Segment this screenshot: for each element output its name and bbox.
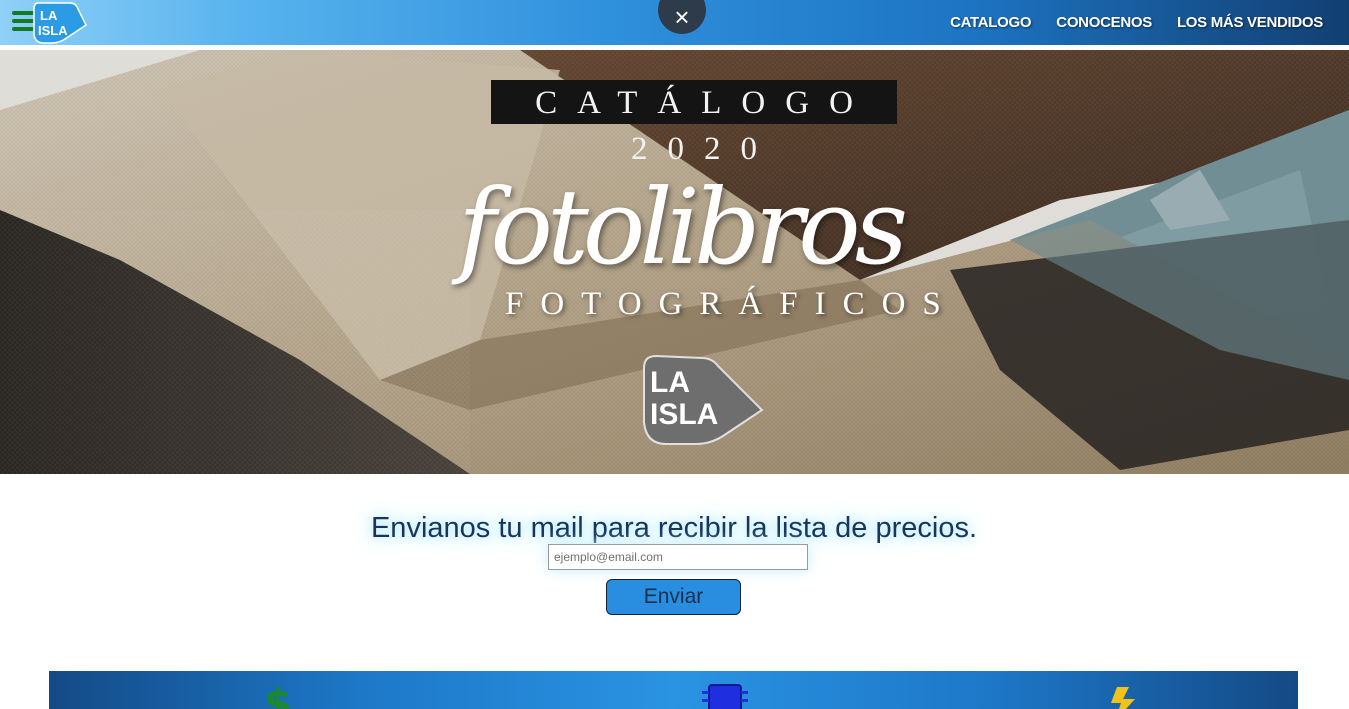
dollar-icon: $ <box>264 681 292 709</box>
hero-banner: CATÁLOGO 2020 fotolibros FOTOGRÁFICOS LA… <box>0 50 1349 474</box>
nav-conocenos[interactable]: CONOCENOS <box>1056 14 1152 31</box>
svg-text:ISLA: ISLA <box>650 398 718 431</box>
close-button[interactable]: × <box>658 0 706 34</box>
svg-text:LA: LA <box>40 8 58 23</box>
catalog-badge: CATÁLOGO 2020 <box>491 80 897 167</box>
svg-text:LA: LA <box>650 366 690 399</box>
la-isla-logo[interactable]: LA ISLA <box>30 1 88 45</box>
top-navbar: LA ISLA × CATALOGO CONOCENOS LOS MÁS VEN… <box>0 0 1349 45</box>
svg-text:ISLA: ISLA <box>38 23 68 38</box>
close-icon: × <box>674 2 690 32</box>
nav-catalogo[interactable]: CATALOGO <box>950 14 1032 31</box>
hero-subtitle: FOTOGRÁFICOS <box>505 286 958 322</box>
hero-script-title: fotolibros <box>457 166 908 288</box>
send-button[interactable]: Enviar <box>606 579 741 615</box>
signup-title: Envianos tu mail para recibir la lista d… <box>370 512 978 544</box>
la-isla-hero-logo: LA ISLA <box>643 354 764 445</box>
main-nav: CATALOGO CONOCENOS LOS MÁS VENDIDOS <box>950 0 1323 45</box>
svg-text:$: $ <box>264 681 292 709</box>
email-field[interactable] <box>548 544 808 570</box>
nav-mas-vendidos[interactable]: LOS MÁS VENDIDOS <box>1177 14 1323 31</box>
lightning-icon <box>1111 687 1135 709</box>
features-strip: $ <box>49 671 1298 709</box>
chip-icon <box>702 684 748 709</box>
